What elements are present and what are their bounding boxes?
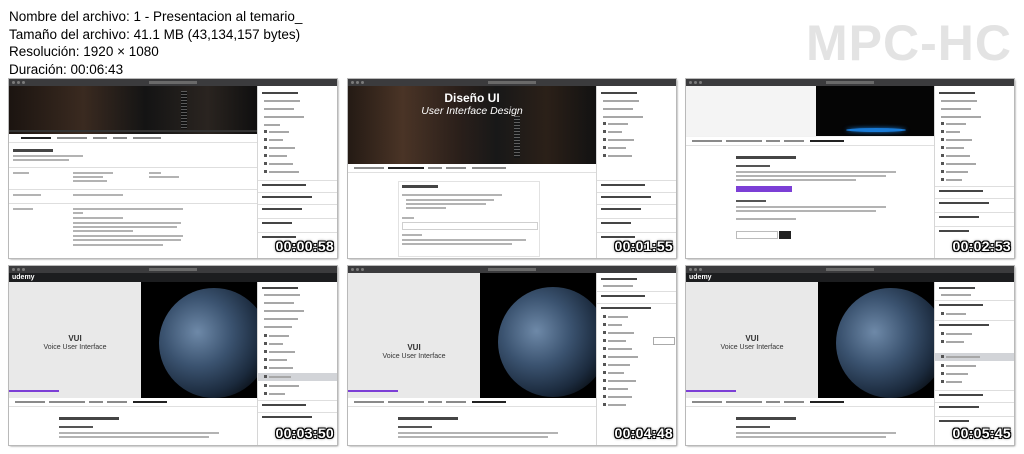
slide-title: VUI [745, 334, 759, 343]
udemy-logo: udemy [12, 274, 35, 281]
timestamp: 00:04:48 [614, 425, 673, 441]
timestamp: 00:02:53 [952, 238, 1011, 254]
video-player[interactable]: VUI Voice User Interface [9, 282, 257, 398]
timestamp: 00:03:50 [275, 425, 334, 441]
course-sidebar [257, 282, 337, 445]
enroll-button[interactable] [736, 186, 792, 192]
thumbnail-6[interactable]: udemy VUI Voice User Interface 00:05:45 [685, 265, 1015, 446]
browser-titlebar [9, 266, 337, 273]
timestamp: 00:01:55 [614, 238, 673, 254]
course-tabs[interactable] [348, 164, 596, 173]
mpc-hc-logo: MPC-HC [806, 15, 1012, 71]
file-name: Nombre del archivo: 1 - Presentacion al … [9, 9, 303, 24]
udemy-logo: udemy [689, 274, 712, 281]
course-tabs[interactable] [686, 398, 934, 407]
video-player[interactable]: VUI Voice User Interface [348, 273, 596, 398]
slide-title: VUI [407, 343, 421, 352]
course-content [686, 146, 934, 258]
course-tabs[interactable] [9, 134, 257, 143]
course-content [9, 143, 257, 258]
video-duration: Duración: 00:06:43 [9, 61, 124, 77]
slide-title: Diseño UI [444, 91, 500, 105]
timestamp: 00:00:58 [275, 238, 334, 254]
video-player[interactable] [9, 86, 257, 134]
course-tabs[interactable] [348, 398, 596, 407]
course-tabs[interactable] [686, 137, 934, 146]
course-content [348, 407, 596, 445]
browser-titlebar [348, 266, 676, 273]
browser-titlebar [348, 79, 676, 86]
course-sidebar [257, 86, 337, 258]
video-player[interactable] [686, 86, 934, 136]
thumbnail-4[interactable]: udemy VUI Voice User Interface 00:03:50 [8, 265, 338, 446]
thumbnail-5[interactable]: VUI Voice User Interface 00:04:48 [347, 265, 677, 446]
tooltip [653, 337, 675, 345]
course-content [348, 173, 596, 258]
slide-subtitle: User Interface Design [421, 105, 523, 117]
thumbnail-2[interactable]: Diseño UI User Interface Design 00:01:55 [347, 78, 677, 259]
browser-titlebar [9, 79, 337, 86]
course-content [9, 407, 257, 445]
site-header: udemy [9, 273, 337, 282]
slide-subtitle: Voice User Interface [382, 353, 446, 360]
slide-subtitle: Voice User Interface [43, 344, 107, 351]
timestamp: 00:05:45 [952, 425, 1011, 441]
course-content [686, 407, 934, 445]
video-player[interactable]: VUI Voice User Interface [686, 282, 934, 398]
course-sidebar [596, 86, 676, 258]
browser-titlebar [686, 266, 1014, 273]
course-tabs[interactable] [9, 398, 257, 407]
overlay-panel [398, 181, 540, 257]
browser-titlebar [686, 79, 1014, 86]
video-resolution: Resolución: 1920 × 1080 [9, 44, 159, 59]
course-sidebar [596, 273, 676, 445]
file-info: Nombre del archivo: 1 - Presentacion al … [9, 8, 302, 78]
slide-title: VUI [68, 334, 82, 343]
file-size: Tamaño del archivo: 41.1 MB (43,134,157 … [9, 26, 301, 42]
site-header: udemy [686, 273, 1014, 282]
course-sidebar [934, 282, 1014, 445]
slide-subtitle: Voice User Interface [720, 344, 784, 351]
video-player[interactable]: Diseño UI User Interface Design [348, 86, 596, 164]
thumbnail-1[interactable]: 00:00:58 [8, 78, 338, 259]
thumbnail-3[interactable]: 00:02:53 [685, 78, 1015, 259]
course-sidebar [934, 86, 1014, 258]
